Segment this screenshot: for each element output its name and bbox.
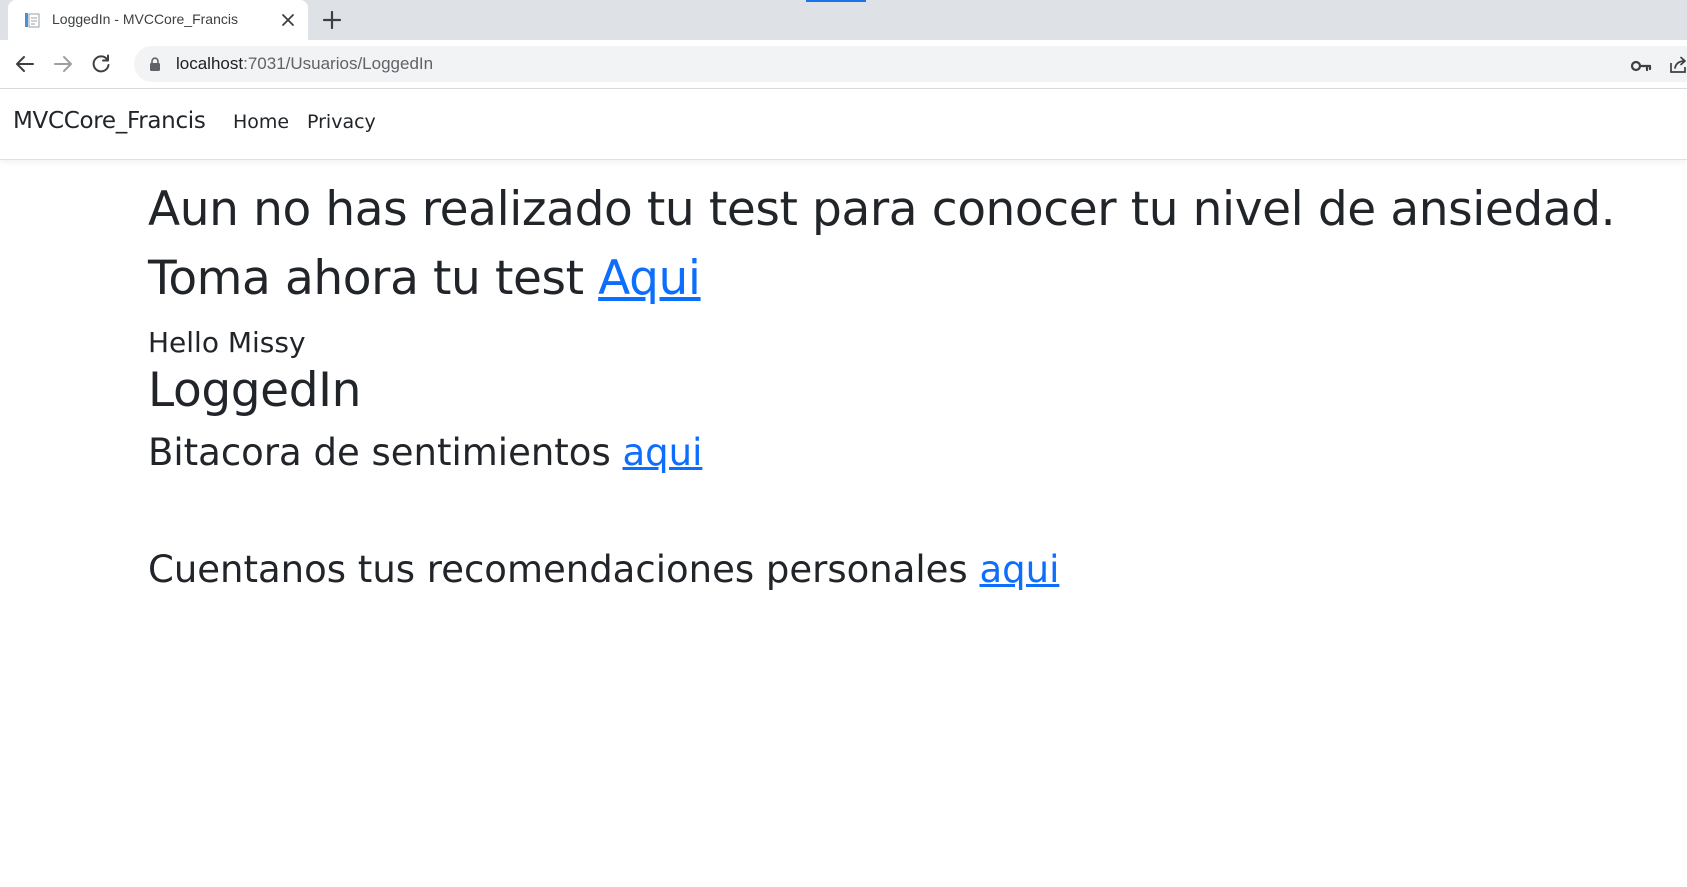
- browser-tab[interactable]: LoggedIn - MVCCore_Francis: [8, 0, 308, 40]
- lock-icon[interactable]: [148, 57, 162, 71]
- test-notice-heading: Aun no has realizado tu test para conoce…: [148, 182, 1616, 237]
- recomendaciones-text: Cuentanos tus recomendaciones personales: [148, 548, 980, 591]
- address-bar[interactable]: localhost:7031/Usuarios/LoggedIn: [134, 46, 1687, 82]
- browser-tabstrip: LoggedIn - MVCCore_Francis: [0, 0, 1687, 40]
- url-host: localhost: [176, 54, 244, 73]
- share-icon[interactable]: [1668, 55, 1687, 75]
- site-navbar: MVCCore_Francis Home Privacy: [0, 89, 1687, 160]
- tab-title: LoggedIn - MVCCore_Francis: [52, 11, 238, 27]
- reload-icon[interactable]: [90, 53, 112, 75]
- navbar-brand[interactable]: MVCCore_Francis: [13, 108, 206, 134]
- back-arrow-icon[interactable]: [14, 53, 36, 75]
- take-test-heading: Toma ahora tu test Aqui: [148, 251, 701, 306]
- nav-link-home[interactable]: Home: [233, 111, 289, 133]
- page-title: LoggedIn: [148, 363, 361, 418]
- url-path: :7031/Usuarios/LoggedIn: [243, 54, 434, 73]
- close-icon[interactable]: [280, 12, 296, 28]
- tab-drop-indicator: [806, 0, 866, 2]
- recomendaciones-link[interactable]: aqui: [979, 548, 1059, 591]
- key-icon[interactable]: [1630, 55, 1652, 77]
- take-test-text: Toma ahora tu test: [148, 251, 599, 306]
- url-text: localhost:7031/Usuarios/LoggedIn: [176, 54, 433, 74]
- browser-toolbar: localhost:7031/Usuarios/LoggedIn: [0, 40, 1687, 89]
- forward-arrow-icon[interactable]: [52, 53, 74, 75]
- take-test-link[interactable]: Aqui: [598, 251, 701, 306]
- page-favicon-icon: [25, 13, 40, 28]
- bitacora-text: Bitacora de sentimientos: [148, 431, 623, 474]
- nav-link-privacy[interactable]: Privacy: [307, 111, 376, 133]
- bitacora-heading: Bitacora de sentimientos aqui: [148, 431, 702, 474]
- bitacora-link[interactable]: aqui: [622, 431, 702, 474]
- recomendaciones-heading: Cuentanos tus recomendaciones personales…: [148, 548, 1059, 591]
- greeting-text: Hello Missy: [148, 326, 306, 359]
- plus-icon[interactable]: [322, 10, 342, 30]
